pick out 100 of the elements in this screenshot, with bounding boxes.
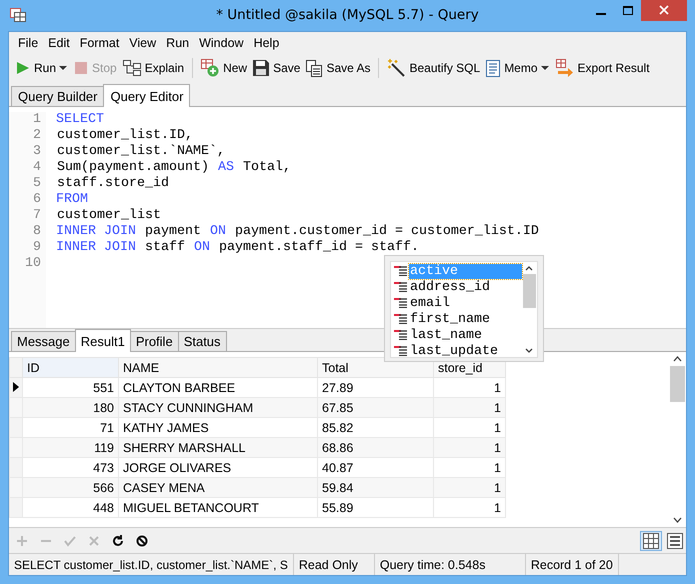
sql-code: staff.store_id	[56, 176, 170, 191]
field-icon	[394, 266, 407, 276]
scroll-thumb[interactable]	[523, 274, 536, 308]
status-text: Record 1 of 20	[526, 554, 619, 575]
table-cell: STACY CUNNINGHAM	[118, 398, 318, 418]
table-cell: 68.86	[318, 438, 434, 458]
table-cell: 1	[434, 478, 506, 498]
menu-item[interactable]: File	[13, 36, 44, 50]
table-cell: 67.85	[318, 398, 434, 418]
line-number: 4	[33, 160, 41, 176]
stop-icon[interactable]	[135, 534, 149, 548]
dropdown-caret-icon[interactable]	[59, 66, 68, 70]
field-icon	[394, 330, 407, 340]
line-number: 2	[33, 128, 41, 144]
autocomplete-item[interactable]: address_id	[409, 280, 491, 294]
autocomplete-item[interactable]: last_update	[409, 344, 499, 358]
field-icon	[394, 314, 407, 324]
column-header[interactable]: NAME	[118, 358, 318, 378]
line-number: 1	[33, 112, 41, 128]
play-icon	[16, 61, 30, 75]
menu-item[interactable]: Help	[248, 36, 284, 50]
refresh-icon[interactable]	[111, 534, 125, 548]
sql-code: payment.staff_id = staff.	[218, 240, 420, 255]
autocomplete-item[interactable]: email	[409, 296, 451, 310]
memo-button[interactable]: Memo	[483, 58, 541, 78]
window-title: * Untitled @sakila (MySQL 5.7) - Query	[216, 6, 479, 23]
stop-icon	[74, 61, 88, 75]
scroll-thumb[interactable]	[670, 366, 685, 402]
table-cell: 1	[434, 398, 506, 418]
menu-item[interactable]: Run	[161, 36, 194, 50]
line-number: 7	[33, 208, 41, 224]
sql-editor[interactable]	[9, 107, 686, 329]
line-number: 3	[33, 144, 41, 160]
sql-keyword: ON	[210, 224, 226, 239]
table-cell: 180	[22, 398, 118, 418]
status-text: Query time: 0.548s	[374, 554, 526, 575]
line-number: 8	[33, 224, 41, 240]
line-number: 6	[33, 192, 41, 208]
result-tab[interactable]: Profile	[130, 331, 179, 351]
field-icon	[394, 282, 407, 292]
status-text: SELECT customer_list.ID, customer_list.`NAME`, S	[9, 554, 294, 575]
status-text: Read Only	[294, 554, 375, 575]
new-table-icon	[201, 59, 220, 77]
sql-code: staff	[144, 240, 186, 255]
column-header[interactable]: ID	[22, 358, 118, 378]
menu-item[interactable]: Edit	[43, 36, 75, 50]
sql-code: customer_list.ID,	[56, 128, 194, 143]
sql-keyword: AS	[218, 160, 234, 175]
sql-code: Sum(payment.amount)	[56, 160, 210, 175]
sql-keyword: FROM	[56, 192, 88, 207]
sql-code: Total,	[242, 160, 292, 175]
field-icon	[394, 298, 407, 308]
export-icon	[556, 59, 574, 77]
table-cell: SHERRY MARSHALL	[118, 438, 318, 458]
menu-item[interactable]: Format	[74, 36, 124, 50]
autocomplete-item[interactable]: first_name	[409, 312, 491, 326]
line-number: 5	[33, 176, 41, 192]
result-tab[interactable]: Status	[178, 331, 227, 351]
line-number: 10	[25, 256, 41, 272]
sql-keyword: ON	[194, 240, 210, 255]
editor-tab[interactable]: Query Editor	[103, 84, 190, 107]
save-button[interactable]: Save	[250, 58, 304, 78]
beautify-button[interactable]: Beautify SQL	[384, 57, 484, 79]
form-view-button[interactable]	[664, 530, 686, 550]
app-icon	[10, 8, 26, 22]
table-cell: 1	[434, 498, 506, 518]
table-cell: CASEY MENA	[118, 478, 318, 498]
sql-keyword: SELECT	[56, 112, 104, 127]
menu-item[interactable]: View	[124, 36, 162, 50]
menu-item[interactable]: Window	[194, 36, 249, 50]
sql-keyword: INNER JOIN	[56, 240, 136, 255]
export-button[interactable]: Export Result	[552, 57, 653, 79]
editor-tab[interactable]: Query Builder	[11, 86, 104, 106]
table-cell: 59.84	[318, 478, 434, 498]
field-icon	[394, 346, 407, 356]
saveas-button[interactable]: Save As	[303, 58, 374, 78]
magic-wand-icon	[387, 59, 406, 77]
close-icon[interactable]	[641, 0, 687, 21]
table-cell: 55.89	[318, 498, 434, 518]
sql-code: payment	[144, 224, 202, 239]
dropdown-caret-icon[interactable]	[540, 66, 549, 70]
result-tab[interactable]: Result1	[74, 329, 131, 352]
sql-code: payment.customer_id = customer_list.ID	[234, 224, 540, 239]
run-button[interactable]: Run	[13, 59, 60, 77]
new-button[interactable]: New	[198, 57, 250, 79]
table-cell: 448	[22, 498, 118, 518]
sql-keyword: INNER JOIN	[56, 224, 136, 239]
table-cell: 1	[434, 438, 506, 458]
table-cell: MIGUEL BETANCOURT	[118, 498, 318, 518]
table-cell: 119	[22, 438, 118, 458]
sql-code: customer_list	[56, 208, 162, 223]
tree-icon	[122, 60, 141, 76]
result-tab[interactable]: Message	[11, 331, 76, 351]
sql-code: customer_list.`NAME`,	[56, 144, 226, 159]
explain-button[interactable]: Explain	[120, 58, 188, 78]
grid-view-button[interactable]	[640, 530, 662, 550]
autocomplete-item[interactable]: last_name	[409, 328, 483, 342]
line-number: 9	[33, 240, 41, 256]
current-row-icon	[13, 382, 19, 392]
copy-icon	[306, 60, 322, 76]
